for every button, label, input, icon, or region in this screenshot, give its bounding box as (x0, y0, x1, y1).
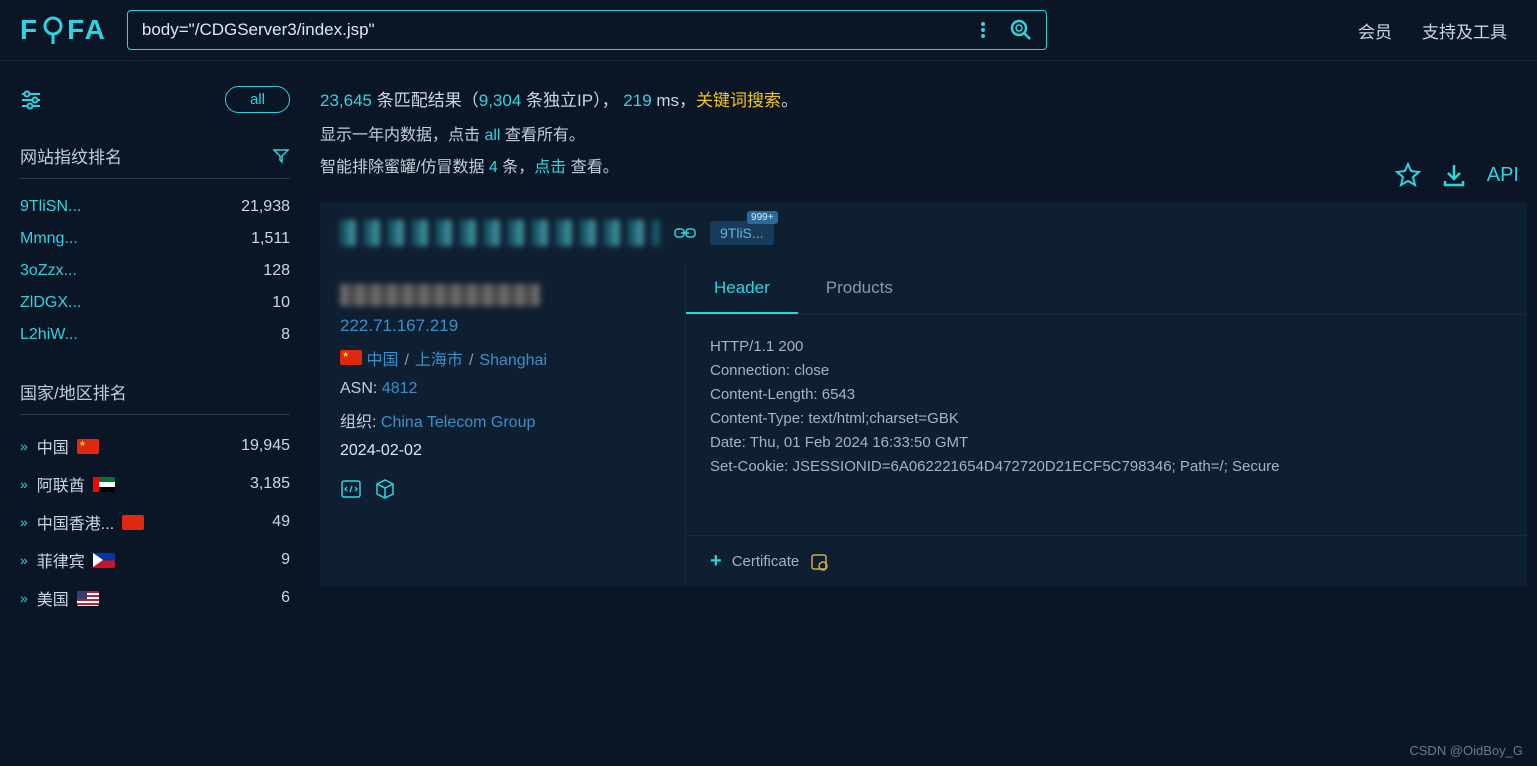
country-row[interactable]: » 阿联酋 3,185 (20, 465, 290, 503)
tab-header[interactable]: Header (686, 264, 798, 314)
search-icon[interactable] (1010, 19, 1032, 41)
country-row[interactable]: » 中国 19,945 (20, 427, 290, 465)
certificate-icon (809, 552, 829, 572)
result-date: 2024-02-02 (340, 442, 665, 460)
country-count: 49 (272, 513, 290, 531)
menu-dots-icon[interactable] (974, 21, 992, 39)
fingerprint-name: 9TliSN... (20, 198, 81, 216)
fingerprint-count: 1,511 (251, 230, 290, 248)
country-section-title: 国家/地区排名 (20, 379, 290, 415)
fingerprint-name: L2hiW... (20, 326, 78, 344)
country-row[interactable]: » 中国香港... 49 (20, 503, 290, 541)
code-icon[interactable] (340, 478, 362, 500)
result-title-redacted (340, 220, 660, 246)
fingerprint-name: 3oZzx... (20, 262, 77, 280)
flag-icon-cn (340, 350, 362, 365)
fingerprint-name: Mmng... (20, 230, 78, 248)
ip-link[interactable]: 222.71.167.219 (340, 316, 665, 336)
fingerprint-row[interactable]: L2hiW... 8 (20, 319, 290, 351)
country-count: 3,185 (250, 475, 290, 493)
country-name: 菲律宾 (37, 548, 85, 572)
org-link[interactable]: China Telecom Group (381, 414, 535, 431)
country-name: 中国香港... (37, 510, 114, 534)
city-en-link[interactable]: Shanghai (479, 352, 547, 369)
city-link[interactable]: 上海市 (415, 352, 463, 369)
fingerprint-row[interactable]: 3oZzx... 128 (20, 255, 290, 287)
all-pill[interactable]: all (225, 86, 290, 113)
stats-line-2: 显示一年内数据，点击 all 查看所有。 (320, 121, 1527, 145)
star-icon[interactable] (1395, 162, 1421, 188)
search-input[interactable] (142, 20, 974, 40)
flag-icon-us (77, 591, 99, 606)
search-box (127, 10, 1047, 50)
country-count: 19,945 (241, 437, 290, 455)
asn-link[interactable]: 4812 (382, 380, 418, 397)
fingerprint-count: 21,938 (241, 198, 290, 216)
watermark: CSDN @OidBoy_G (1409, 743, 1523, 758)
chevron-right-icon: » (20, 438, 25, 454)
keyword-search-link[interactable]: 关键词搜索 (696, 91, 781, 110)
flag-icon-ph (93, 553, 115, 568)
fingerprint-row[interactable]: Mmng... 1,511 (20, 223, 290, 255)
api-link[interactable]: API (1487, 164, 1519, 187)
flag-icon-ae (93, 477, 115, 492)
logo-o-icon (41, 16, 65, 44)
fingerprint-tag[interactable]: 9TliS... 999+ (710, 221, 774, 245)
logo[interactable]: F FA (20, 14, 107, 46)
all-link[interactable]: all (484, 127, 500, 144)
country-row[interactable]: » 菲律宾 9 (20, 541, 290, 579)
fingerprint-count: 128 (263, 262, 290, 280)
country-name: 美国 (37, 586, 69, 610)
chevron-right-icon: » (20, 476, 25, 492)
filter-sliders-icon[interactable] (20, 89, 42, 111)
country-name: 中国 (37, 434, 69, 458)
chevron-right-icon: » (20, 514, 25, 530)
flag-icon-hk (122, 515, 144, 530)
country-name: 阿联酋 (37, 472, 85, 496)
stats-line-3: 智能排除蜜罐/仿冒数据 4 条，点击 查看。 (320, 153, 1527, 177)
fingerprint-section-title: 网站指纹排名 (20, 143, 290, 179)
nav-tools[interactable]: 支持及工具 (1422, 18, 1507, 43)
nav-member[interactable]: 会员 (1358, 18, 1392, 43)
fingerprint-count: 10 (272, 294, 290, 312)
tab-products[interactable]: Products (798, 264, 921, 314)
fingerprint-row[interactable]: 9TliSN... 21,938 (20, 191, 290, 223)
result-card: 9TliS... 999+ 222.71.167.219 中国/上海市/Shan… (320, 202, 1527, 587)
certificate-toggle[interactable]: + Certificate (686, 535, 1527, 587)
chevron-right-icon: » (20, 552, 25, 568)
country-row[interactable]: » 美国 6 (20, 579, 290, 617)
cube-icon[interactable] (374, 478, 396, 500)
download-icon[interactable] (1441, 162, 1467, 188)
link-icon[interactable] (674, 225, 696, 241)
filter-funnel-icon[interactable] (272, 147, 290, 165)
stats-line: 23,645 条匹配结果（9,304 条独立IP）， 219 ms，关键词搜索。 (320, 86, 1527, 111)
chevron-right-icon: » (20, 590, 25, 606)
location-line: 中国/上海市/Shanghai (340, 346, 665, 370)
plus-icon: + (710, 550, 722, 573)
click-view-link[interactable]: 点击 (534, 159, 566, 176)
fingerprint-name: ZlDGX... (20, 294, 81, 312)
country-link[interactable]: 中国 (366, 352, 398, 369)
flag-icon-cn (77, 439, 99, 454)
result-host-redacted (340, 284, 540, 306)
fingerprint-row[interactable]: ZlDGX... 10 (20, 287, 290, 319)
fingerprint-count: 8 (281, 326, 290, 344)
country-count: 9 (281, 551, 290, 569)
http-headers: HTTP/1.1 200 Connection: close Content-L… (686, 315, 1527, 535)
tag-count-badge: 999+ (747, 211, 778, 224)
country-count: 6 (281, 589, 290, 607)
